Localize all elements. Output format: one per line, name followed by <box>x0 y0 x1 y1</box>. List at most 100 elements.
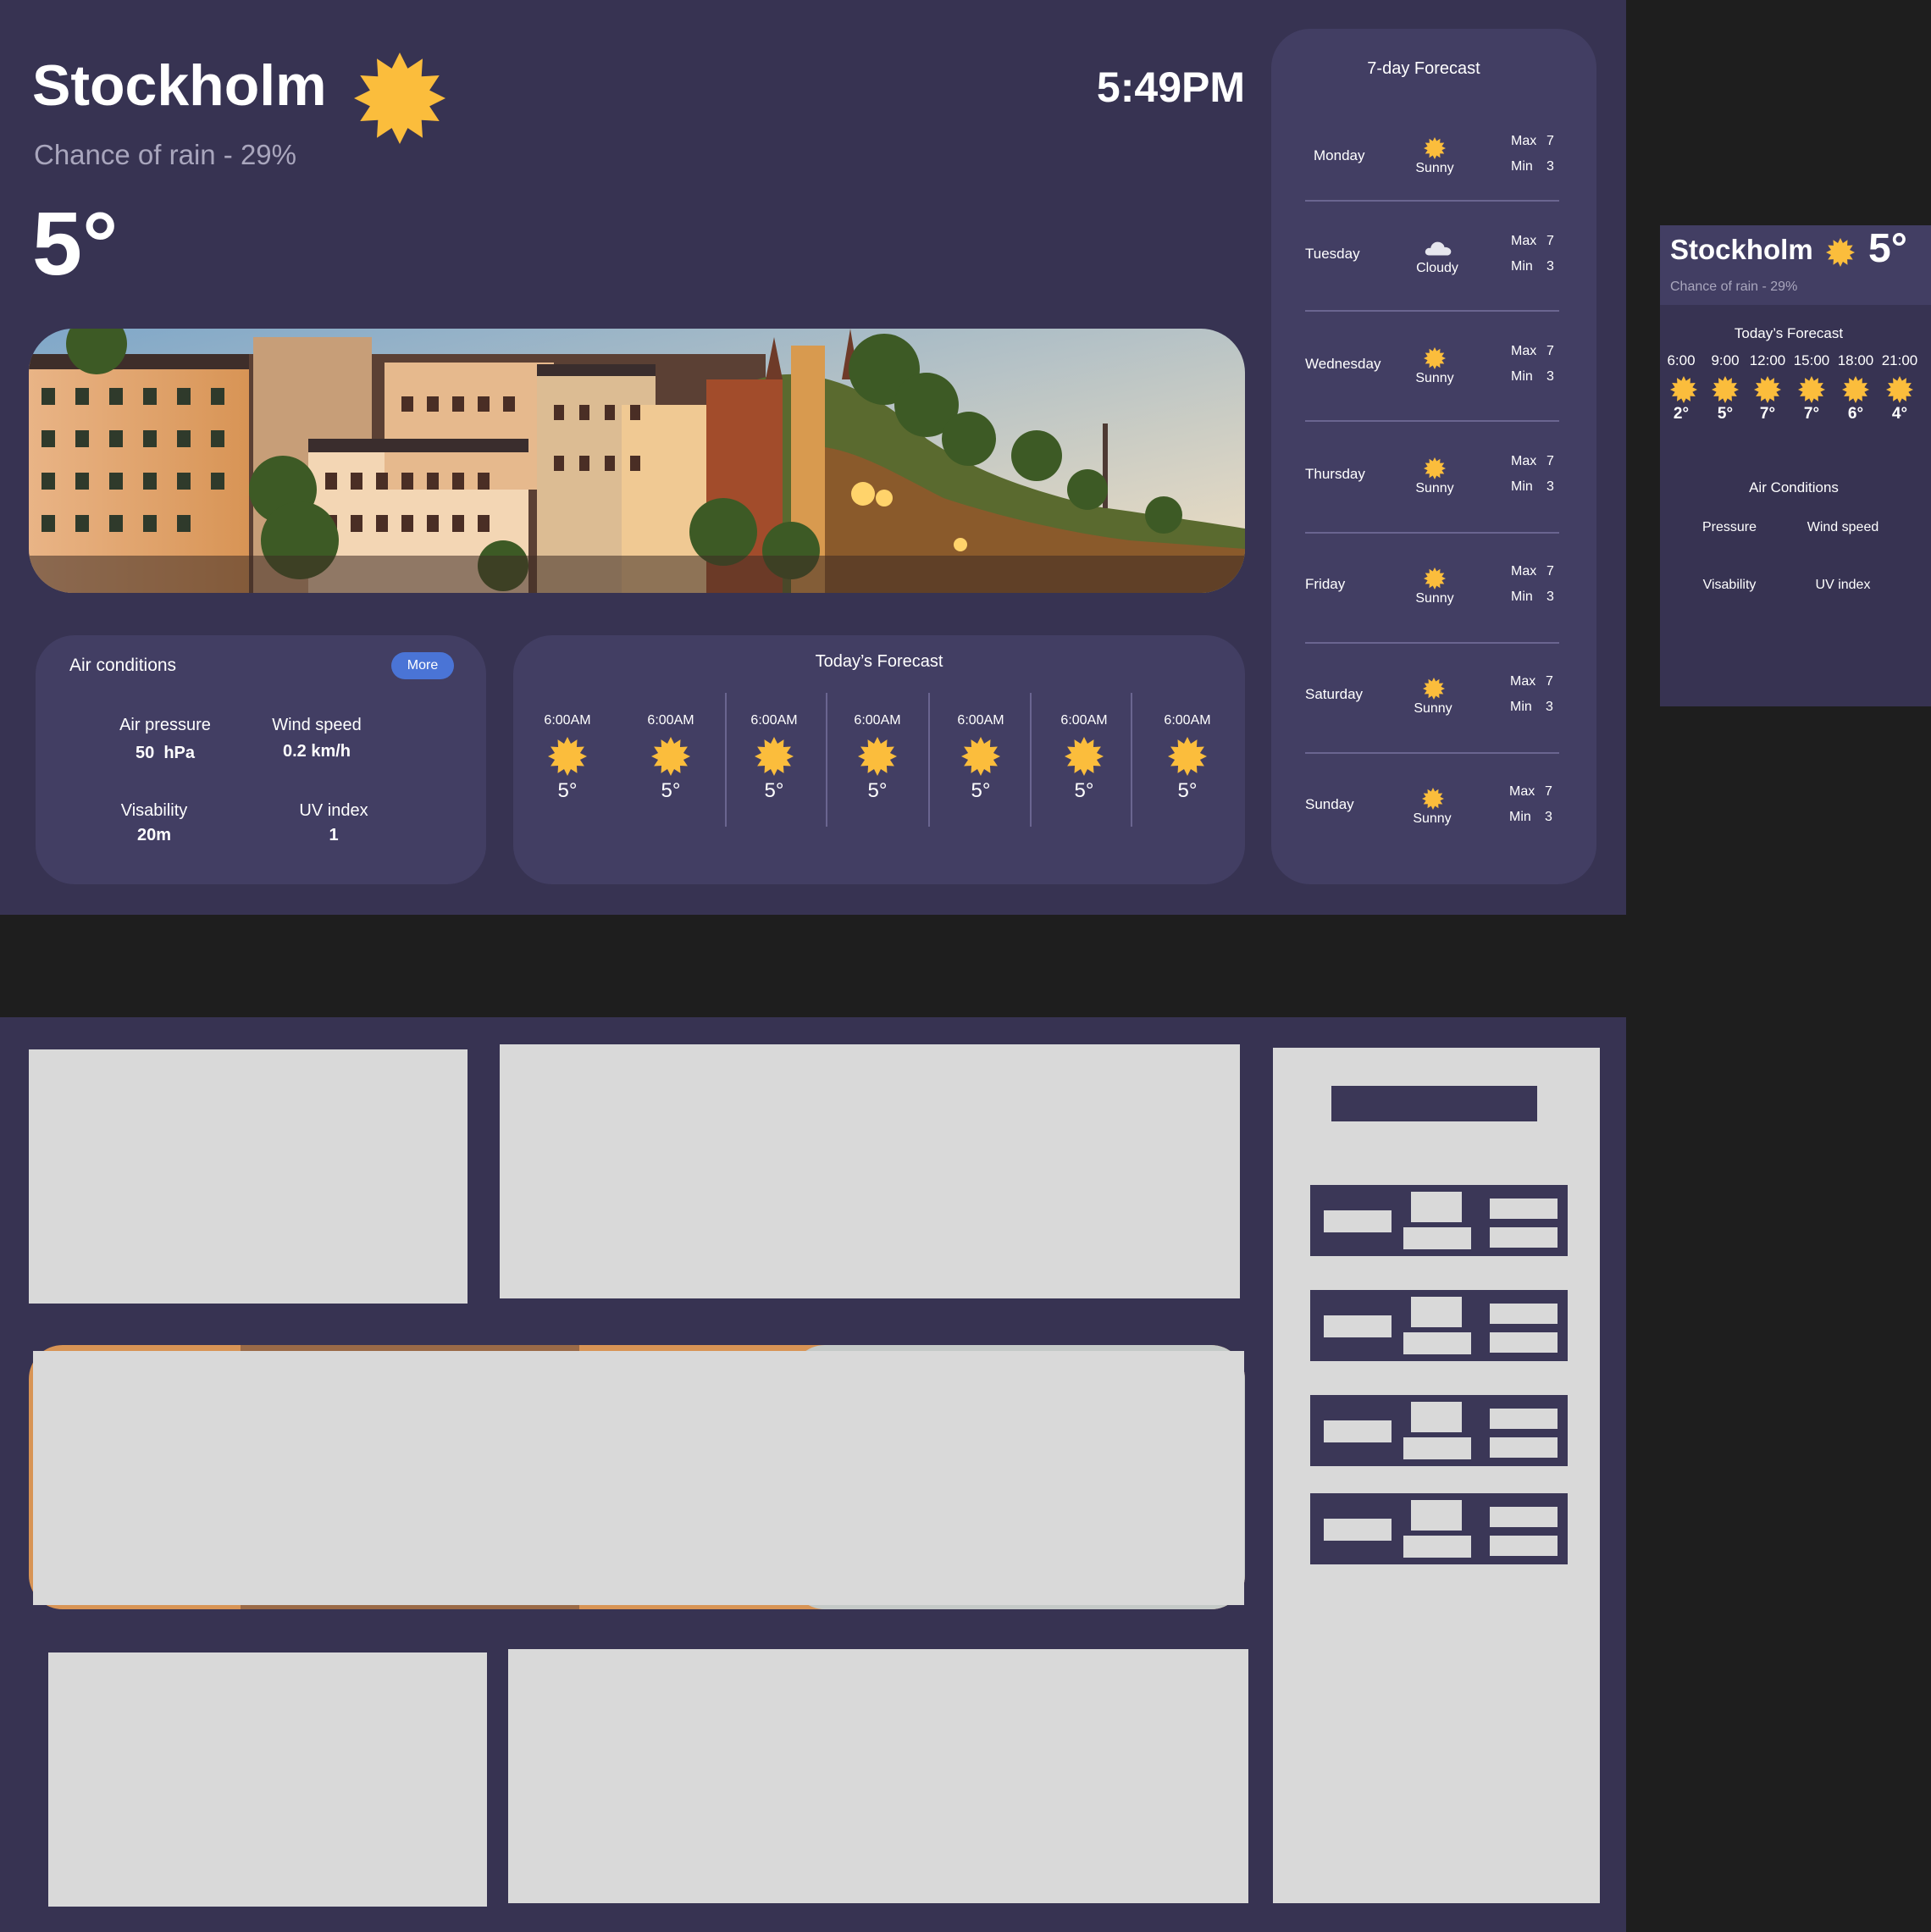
day-name: Monday <box>1314 147 1365 163</box>
hour-time: 6:00AM <box>1060 713 1108 728</box>
wireframe-day-label <box>1324 1210 1392 1232</box>
mobile-hour-item: 9:00 5° <box>1704 352 1746 429</box>
wireframe-day-row <box>1310 1395 1568 1466</box>
min-value: 3 <box>1546 259 1554 274</box>
wireframe-cond-box <box>1403 1332 1471 1354</box>
more-button[interactable]: More <box>391 652 454 679</box>
hour-item: 6:00AM 5° <box>732 678 816 830</box>
mobile-pressure-label: Pressure <box>1701 520 1757 534</box>
current-time: 5:49PM <box>1096 64 1245 111</box>
sun-icon <box>651 737 690 776</box>
uv-index-label: UV index <box>299 801 368 820</box>
day-row: Thursday Sunny Max 7 Min 3 <box>1271 454 1596 551</box>
wireframe-air-block <box>48 1652 487 1907</box>
day-name: Wednesday <box>1305 356 1381 372</box>
city-photo <box>29 329 1245 593</box>
day-divider <box>1305 420 1559 422</box>
day-name: Friday <box>1305 576 1346 592</box>
mobile-hour-time: 12:00 <box>1749 352 1786 368</box>
wireframe-icon-box <box>1411 1192 1462 1222</box>
wireframe-sidebar-title <box>1331 1086 1537 1121</box>
sun-icon <box>1798 376 1825 403</box>
mobile-hour-temp: 7° <box>1759 405 1776 423</box>
min-value: 3 <box>1546 590 1554 604</box>
max-label: Max <box>1511 344 1537 358</box>
wireframe-cond-box <box>1403 1536 1471 1558</box>
wireframe-max-box <box>1490 1507 1558 1527</box>
hour-temp: 5° <box>764 779 784 802</box>
min-label: Min <box>1511 369 1533 384</box>
sun-icon <box>1424 347 1446 369</box>
mobile-hour-item: 21:00 4° <box>1877 352 1923 429</box>
hour-temp: 5° <box>867 779 888 802</box>
visability-label: Visability <box>120 801 188 820</box>
day-row: Wednesday Sunny Max 7 Min 3 <box>1271 344 1596 440</box>
mobile-todays-forecast-title: Today’s Forecast <box>1734 325 1844 341</box>
hour-time: 6:00AM <box>1164 713 1211 728</box>
day-condition: Sunny <box>1414 701 1452 716</box>
day-divider <box>1305 752 1559 754</box>
wireframe-cond-box <box>1403 1227 1471 1249</box>
day-row: Sunday Sunny Max 7 Min 3 <box>1271 784 1596 881</box>
hour-time: 6:00AM <box>750 713 798 728</box>
sun-icon <box>548 737 587 776</box>
wireframe-day-label <box>1324 1315 1392 1337</box>
seven-day-title: 7-day Forecast <box>1367 59 1480 78</box>
mobile-hour-item: 15:00 7° <box>1789 352 1834 429</box>
mobile-hour-time: 21:00 <box>1881 352 1918 368</box>
wireframe-frame <box>0 1017 1626 1932</box>
day-row: Friday Sunny Max 7 Min 3 <box>1271 564 1596 661</box>
wireframe-min-box <box>1490 1332 1558 1353</box>
wireframe-cond-box <box>1403 1437 1471 1459</box>
mobile-visability-label: Visability <box>1702 578 1757 592</box>
wireframe-time-block <box>500 1044 1240 1298</box>
hour-temp: 5° <box>1177 779 1198 802</box>
mobile-uv-index-label: UV index <box>1815 578 1871 592</box>
day-condition: Sunny <box>1415 371 1454 385</box>
hour-time: 6:00AM <box>647 713 694 728</box>
sun-icon <box>1712 376 1739 403</box>
visability-value: 20m <box>136 826 172 844</box>
min-value: 3 <box>1545 810 1552 824</box>
sun-icon <box>1065 737 1104 776</box>
sun-icon <box>1886 376 1913 403</box>
mobile-weather-frame: Stockholm 5° Chance of rain - 29% Today’… <box>1660 225 1931 706</box>
sun-icon <box>1422 788 1444 810</box>
sun-icon <box>1424 457 1446 479</box>
min-label: Min <box>1509 810 1531 824</box>
max-value: 7 <box>1546 134 1554 148</box>
min-label: Min <box>1511 479 1533 494</box>
min-value: 3 <box>1546 369 1554 384</box>
uv-index-value: 1 <box>329 826 339 844</box>
mobile-hour-temp: 4° <box>1891 405 1908 423</box>
sun-icon <box>858 737 897 776</box>
mobile-hour-temp: 2° <box>1673 405 1690 423</box>
sun-icon <box>1842 376 1869 403</box>
wireframe-max-box <box>1490 1304 1558 1324</box>
hour-temp: 5° <box>661 779 681 802</box>
wireframe-min-box <box>1490 1227 1558 1248</box>
mobile-hour-temp: 7° <box>1803 405 1820 423</box>
wireframe-day-label <box>1324 1420 1392 1442</box>
day-divider <box>1305 532 1559 534</box>
mobile-hour-time: 9:00 <box>1711 352 1740 368</box>
air-pressure-value: 50 hPa <box>135 744 196 762</box>
day-condition: Sunny <box>1415 481 1454 495</box>
day-name: Tuesday <box>1305 246 1360 262</box>
rain-chance: Chance of rain - 29% <box>34 139 297 170</box>
wireframe-day-row <box>1310 1185 1568 1256</box>
day-row: Tuesday Cloudy Max 7 Min 3 <box>1271 234 1596 330</box>
air-conditions-title: Air conditions <box>69 656 177 675</box>
max-label: Max <box>1509 784 1535 799</box>
max-label: Max <box>1511 234 1537 248</box>
wind-speed-label: Wind speed <box>272 716 362 734</box>
hour-divider <box>1030 693 1032 827</box>
sun-icon <box>354 53 445 144</box>
wind-speed-value: 0.2 km/h <box>282 742 351 761</box>
mobile-hour-time: 18:00 <box>1837 352 1874 368</box>
min-label: Min <box>1511 259 1533 274</box>
min-label: Min <box>1511 159 1533 174</box>
day-divider <box>1305 310 1559 312</box>
wireframe-min-box <box>1490 1437 1558 1458</box>
hour-divider <box>1131 693 1132 827</box>
